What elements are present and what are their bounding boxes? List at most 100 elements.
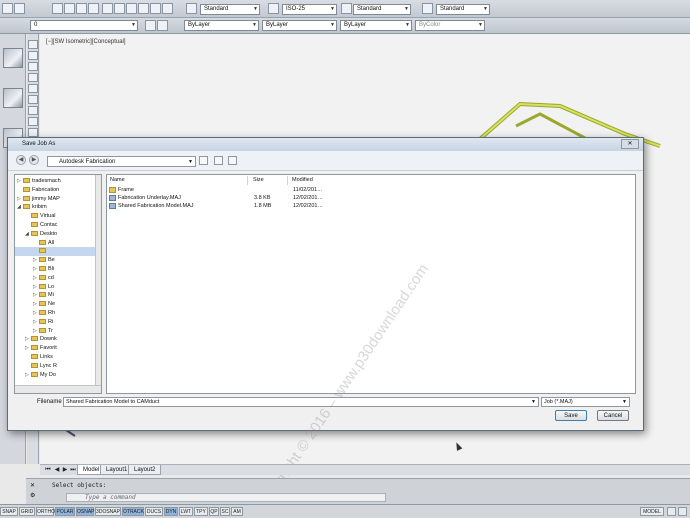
tree-node[interactable]: Lync R — [25, 362, 57, 371]
status-toggle-sc[interactable]: SC — [220, 507, 230, 516]
customize-icon[interactable]: ⚙ — [30, 492, 35, 499]
box-solid-icon[interactable] — [3, 48, 23, 68]
grid-icon[interactable] — [667, 507, 676, 516]
tree-node[interactable] — [15, 247, 95, 257]
status-toggle-tpy[interactable]: TPY — [194, 507, 208, 516]
command-input[interactable]: Type a command — [66, 493, 386, 502]
column-divider[interactable] — [247, 176, 248, 185]
status-toggle-3dosnap[interactable]: 3DOSNAP — [95, 507, 121, 516]
sheet-set-icon[interactable] — [138, 3, 149, 14]
folder-tree[interactable]: ▷ tradesmach Fabrication ▷ jimmy MAP ◢ kribim V… — [14, 174, 102, 394]
first-tab-icon[interactable]: ⏮ — [44, 466, 52, 474]
polyline-icon[interactable] — [28, 51, 38, 60]
tree-node[interactable]: Virtual — [25, 212, 56, 221]
file-row[interactable]: Fabrication Underlay.MAJ 3.8 KB 12/02/201… — [109, 194, 323, 202]
tree-node[interactable]: ▷ Ri — [33, 318, 53, 327]
tree-node[interactable]: ◢ Deskto — [25, 230, 57, 239]
tree-node[interactable]: ▷ Ne — [33, 300, 55, 309]
arc-icon[interactable] — [28, 84, 38, 93]
dialog-titlebar[interactable]: Save Job As ✕ — [8, 138, 643, 151]
file-row[interactable]: Frame 11/02/201… — [109, 186, 323, 194]
design-center-icon[interactable] — [114, 3, 125, 14]
status-toggle-qp[interactable]: QP — [209, 507, 219, 516]
cancel-button[interactable]: Cancel — [597, 410, 629, 421]
status-toggle-lwt[interactable]: LWT — [179, 507, 193, 516]
view-menu-icon[interactable] — [228, 156, 237, 165]
status-toggle-dyn[interactable]: DYN — [164, 507, 178, 516]
tree-node[interactable]: ▷ Rh — [33, 309, 55, 318]
close-icon[interactable]: ✕ — [30, 482, 35, 489]
column-header-name[interactable]: Name — [110, 176, 125, 185]
tree-horizontal-scrollbar[interactable] — [15, 385, 101, 393]
spline-icon[interactable] — [28, 117, 38, 126]
text-style-dropdown[interactable]: Standard — [200, 4, 260, 15]
zoom-previous-icon[interactable] — [88, 3, 99, 14]
properties-icon[interactable] — [102, 3, 113, 14]
undo-icon[interactable] — [2, 3, 13, 14]
new-folder-icon[interactable] — [214, 156, 223, 165]
zoom-icon[interactable] — [64, 3, 75, 14]
wedge-solid-icon[interactable] — [3, 88, 23, 108]
filetype-select[interactable]: Job (*.MAJ) — [541, 397, 630, 407]
status-toggle-ortho[interactable]: ORTHO — [36, 507, 55, 516]
layer-states-icon[interactable] — [157, 20, 168, 31]
column-header-modified[interactable]: Modified — [292, 176, 313, 185]
tree-node[interactable]: ▷ jimmy MAP — [17, 195, 60, 204]
layer-previous-icon[interactable] — [145, 20, 156, 31]
quickcalc-icon[interactable] — [162, 3, 173, 14]
cloud-icon[interactable] — [28, 106, 38, 115]
tree-node[interactable]: All — [33, 239, 54, 248]
status-toggle-otrack[interactable]: OTRACK — [122, 507, 144, 516]
tree-node[interactable]: ▷ My Do — [25, 371, 56, 380]
up-folder-icon[interactable] — [199, 156, 208, 165]
tree-node[interactable]: ▷ cd — [33, 274, 54, 283]
tree-node[interactable]: ▷ tradesmach — [17, 177, 61, 186]
tool-palettes-icon[interactable] — [126, 3, 137, 14]
polygon-icon[interactable] — [28, 62, 38, 71]
line-icon[interactable] — [28, 40, 38, 49]
color-dropdown[interactable]: ByLayer — [184, 20, 259, 31]
tree-node[interactable]: ▷ Be — [33, 256, 55, 265]
model-space-toggle[interactable]: MODEL — [640, 507, 664, 516]
filename-input[interactable]: Shared Fabrication Model to CAMduct — [63, 397, 539, 407]
layer-dropdown[interactable]: 0 — [30, 20, 138, 31]
circle-icon[interactable] — [28, 95, 38, 104]
ellipse-icon[interactable] — [28, 128, 38, 137]
dim-style-dropdown[interactable]: ISO-25 — [282, 4, 337, 15]
last-tab-icon[interactable]: ⏭ — [69, 466, 77, 474]
status-toggle-ducs[interactable]: DUCS — [145, 507, 163, 516]
next-tab-icon[interactable]: ▶ — [61, 466, 69, 474]
tree-node[interactable]: ▷ Tr — [33, 327, 53, 336]
address-bar[interactable]: Autodesk Fabrication — [47, 156, 196, 167]
linetype-dropdown[interactable]: ByLayer — [262, 20, 337, 31]
markup-icon[interactable] — [150, 3, 161, 14]
redo-icon[interactable] — [14, 3, 25, 14]
tree-node[interactable]: ▷ Downk — [25, 335, 57, 344]
tree-node[interactable]: Links — [25, 353, 53, 362]
rectangle-icon[interactable] — [28, 73, 38, 82]
tree-node[interactable]: ▷ Mi — [33, 291, 54, 300]
status-toggle-am[interactable]: AM — [231, 507, 243, 516]
lineweight-dropdown[interactable]: ByLayer — [340, 20, 412, 31]
tree-node[interactable]: ▷ Bli — [33, 265, 54, 274]
tree-node[interactable]: Contac — [25, 221, 57, 230]
column-divider[interactable] — [287, 176, 288, 185]
status-toggle-polar[interactable]: POLAR — [55, 507, 75, 516]
file-row[interactable]: Shared Fabrication Model.MAJ 1.8 MB 12/02/… — [109, 202, 323, 210]
viewport-label[interactable]: [−][SW Isometric][Conceptual] — [46, 39, 126, 45]
column-header-size[interactable]: Size — [253, 176, 264, 185]
tree-node[interactable]: Fabrication — [17, 186, 59, 195]
prev-tab-icon[interactable]: ◀ — [53, 466, 61, 474]
table-style-dropdown[interactable]: Standard — [353, 4, 411, 15]
pan-icon[interactable] — [52, 3, 63, 14]
status-toggle-grid[interactable]: GRID — [19, 507, 35, 516]
zoom-window-icon[interactable] — [76, 3, 87, 14]
status-toggle-osnap[interactable]: OSNAP — [76, 507, 95, 516]
forward-icon[interactable]: ▶ — [29, 155, 39, 165]
tree-node[interactable]: ▷ Lo — [33, 283, 54, 292]
tab-layout2[interactable]: Layout2 — [128, 465, 162, 475]
mleader-style-dropdown[interactable]: Standard — [436, 4, 490, 15]
tree-node[interactable]: ◢ kribim — [17, 203, 47, 212]
status-toggle-snap[interactable]: SNAP — [0, 507, 18, 516]
close-icon[interactable]: ✕ — [621, 139, 639, 149]
